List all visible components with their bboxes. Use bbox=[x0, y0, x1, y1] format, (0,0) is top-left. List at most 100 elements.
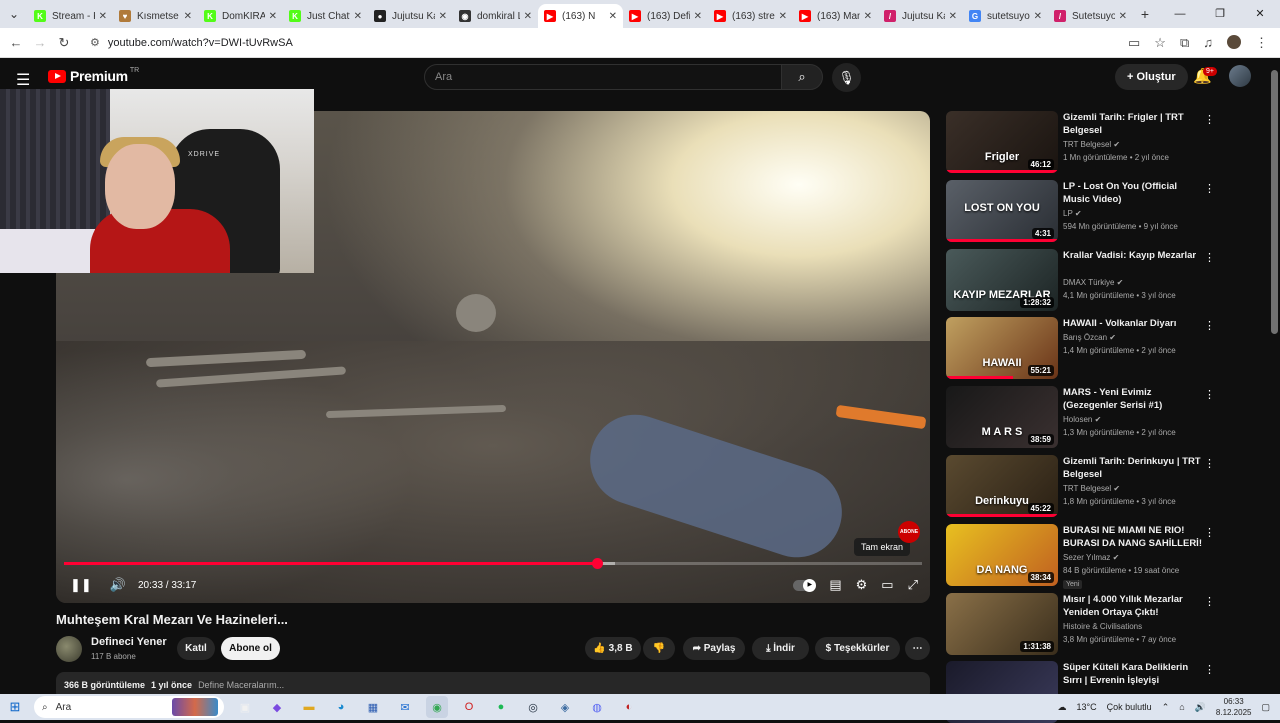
more-options-icon[interactable]: ⋮ bbox=[1204, 388, 1215, 401]
reload-button[interactable]: ↻ bbox=[52, 35, 76, 51]
tab-close-icon[interactable]: ✕ bbox=[524, 11, 532, 22]
recommendation-item[interactable]: Derinkuyu 45:22 Gizemli Tarih: Derinkuyu |… bbox=[946, 455, 1226, 517]
video-thumbnail[interactable]: Derinkuyu 45:22 bbox=[946, 455, 1058, 517]
create-button[interactable]: + Oluştur bbox=[1115, 64, 1188, 90]
more-options-icon[interactable]: ⋮ bbox=[1204, 457, 1215, 470]
video-thumbnail[interactable]: LOST ON YOU 4:31 bbox=[946, 179, 1058, 242]
browser-tab[interactable]: ◉ domkiral L ✕ bbox=[453, 4, 538, 28]
cast-icon[interactable]: ▭ bbox=[1128, 35, 1140, 51]
recommendation-title[interactable]: Gizemli Tarih: Frigler | TRT Belgesel bbox=[1063, 111, 1203, 137]
tab-close-icon[interactable]: ✕ bbox=[1034, 11, 1042, 22]
network-icon[interactable]: ⌂ bbox=[1179, 702, 1184, 712]
theater-mode-button[interactable]: ▭ bbox=[881, 577, 893, 593]
pause-button[interactable]: ❚❚ bbox=[70, 577, 92, 593]
more-options-icon[interactable]: ⋮ bbox=[1204, 526, 1215, 539]
channel-avatar[interactable] bbox=[56, 636, 82, 662]
recommendation-title[interactable]: Krallar Vadisi: Kayıp Mezarlar bbox=[1063, 249, 1203, 262]
channel-name[interactable]: Defineci Yener bbox=[91, 636, 167, 648]
tray-chevron-icon[interactable]: ⌃ bbox=[1162, 702, 1170, 713]
scrubber-handle[interactable] bbox=[591, 558, 603, 569]
browser-tab[interactable]: ▶ (163) strea ✕ bbox=[708, 4, 793, 28]
taskbar-search[interactable]: ⌕ Ara bbox=[34, 696, 224, 718]
more-options-icon[interactable]: ⋮ bbox=[1204, 595, 1215, 608]
recommendation-channel[interactable]: Sezer Yılmaz ✔ bbox=[1063, 553, 1119, 562]
more-options-icon[interactable]: ⋮ bbox=[1204, 319, 1215, 332]
url-field[interactable]: ⚙ youtube.com/watch?v=DWI-tUvRwSA bbox=[84, 31, 1128, 55]
browser-tab[interactable]: ● Jujutsu Ka ✕ bbox=[368, 4, 453, 28]
tab-close-icon[interactable]: ✕ bbox=[609, 11, 617, 22]
recommendation-channel[interactable]: TRT Belgesel ✔ bbox=[1063, 484, 1120, 493]
tab-close-icon[interactable]: ✕ bbox=[439, 11, 447, 22]
progress-bar[interactable] bbox=[64, 558, 922, 569]
recommendation-title[interactable]: MARS - Yeni Evimiz (Gezegenler Serisi #1… bbox=[1063, 386, 1203, 412]
site-info-icon[interactable]: ⚙ bbox=[90, 36, 100, 49]
tab-close-icon[interactable]: ✕ bbox=[99, 11, 107, 22]
browser-tab[interactable]: K Just Chatti ✕ bbox=[283, 4, 368, 28]
video-thumbnail[interactable]: HAWAII 55:21 bbox=[946, 317, 1058, 380]
media-icon[interactable]: ♫ bbox=[1203, 35, 1213, 51]
opera-icon[interactable]: O bbox=[458, 696, 480, 718]
tab-close-icon[interactable]: ✕ bbox=[779, 11, 787, 22]
more-options-icon[interactable]: ⋮ bbox=[1204, 113, 1215, 126]
notification-center-icon[interactable]: ▢ bbox=[1261, 702, 1270, 713]
browser-tab[interactable]: Gsutetsuyo ✕ bbox=[963, 4, 1048, 28]
close-window-button[interactable]: ✕ bbox=[1240, 0, 1280, 28]
app-icon[interactable]: ◈ bbox=[554, 696, 576, 718]
edge-icon[interactable]: ◕ bbox=[330, 696, 352, 718]
minimize-button[interactable]: — bbox=[1160, 0, 1200, 28]
recommendation-item[interactable]: 1:31:38 Mısır | 4.000 Yıllık Mezarlar Yen… bbox=[946, 592, 1226, 655]
back-button[interactable]: ← bbox=[4, 35, 28, 50]
recommendation-title[interactable]: Gizemli Tarih: Derinkuyu | TRT Belgesel bbox=[1063, 455, 1203, 481]
browser-tab[interactable]: / Jujutsu Ka ✕ bbox=[878, 4, 963, 28]
task-view-icon[interactable]: ▣ bbox=[234, 696, 256, 718]
recommendation-item[interactable]: KAYIP MEZARLAR 1:28:32 Krallar Vadisi: Kay… bbox=[946, 248, 1226, 311]
volume-tray-icon[interactable]: 🔊 bbox=[1195, 702, 1206, 713]
video-thumbnail[interactable]: 1:31:38 bbox=[946, 592, 1058, 655]
profile-avatar[interactable] bbox=[1227, 34, 1241, 49]
browser-tab[interactable]: K Stream - K ✕ bbox=[28, 4, 113, 28]
search-input[interactable]: Ara bbox=[424, 64, 782, 90]
tab-close-icon[interactable]: ✕ bbox=[184, 11, 192, 22]
recommendation-item[interactable]: LOST ON YOU 4:31 LP - Lost On You (Officia… bbox=[946, 179, 1226, 242]
start-button[interactable]: ⊞ bbox=[0, 699, 30, 715]
file-explorer-icon[interactable]: ▬ bbox=[298, 696, 320, 718]
recommendation-channel[interactable]: Histoire & Civilisations bbox=[1063, 622, 1142, 631]
download-button[interactable]: ⤓ İndir bbox=[752, 637, 809, 660]
tab-search-icon[interactable]: ⌄ bbox=[0, 0, 28, 28]
tab-close-icon[interactable]: ✕ bbox=[1119, 11, 1127, 22]
recommendation-channel[interactable]: LP ✔ bbox=[1063, 209, 1082, 218]
more-options-icon[interactable]: ⋮ bbox=[1204, 182, 1215, 195]
more-options-icon[interactable]: ⋮ bbox=[1204, 663, 1215, 676]
recommendation-title[interactable]: Süper Küteli Kara Deliklerin Sırrı | Evr… bbox=[1063, 661, 1203, 687]
subscribe-button[interactable]: Abone ol bbox=[221, 637, 280, 660]
recommendation-title[interactable]: Mısır | 4.000 Yıllık Mezarlar Yeniden Or… bbox=[1063, 593, 1203, 619]
browser-tab[interactable]: ▶ (163) Defi ✕ bbox=[623, 4, 708, 28]
browser-tab[interactable]: ▶ (163) Man ✕ bbox=[793, 4, 878, 28]
maximize-button[interactable]: ❐ bbox=[1200, 0, 1240, 28]
recommendation-title[interactable]: LP - Lost On You (Official Music Video) bbox=[1063, 180, 1203, 206]
new-tab-button[interactable]: + bbox=[1133, 6, 1157, 22]
system-clock[interactable]: 06:33 8.12.2025 bbox=[1216, 696, 1252, 718]
store-icon[interactable]: ▦ bbox=[362, 696, 384, 718]
video-thumbnail[interactable]: M A R S 38:59 bbox=[946, 386, 1058, 449]
page-scrollbar[interactable] bbox=[1271, 70, 1278, 334]
recommendation-channel[interactable]: Holosen ✔ bbox=[1063, 415, 1101, 424]
settings-button[interactable]: ⚙ bbox=[856, 577, 868, 593]
tab-close-icon[interactable]: ✕ bbox=[949, 11, 957, 22]
recommendation-title[interactable]: BURASI NE MIAMI NE RIO! BURASI DA NANG S… bbox=[1063, 524, 1203, 550]
forward-button[interactable]: → bbox=[28, 35, 52, 50]
recommendation-channel[interactable]: Barış Özcan ✔ bbox=[1063, 333, 1116, 342]
fullscreen-button[interactable]: ⤢ bbox=[908, 577, 918, 593]
autoplay-toggle[interactable] bbox=[793, 578, 817, 592]
video-thumbnail[interactable]: DA NANG 38:34 bbox=[946, 523, 1058, 586]
browser-menu-icon[interactable]: ⋮ bbox=[1255, 35, 1268, 51]
search-button[interactable]: ⌕ bbox=[781, 64, 823, 90]
steam-icon[interactable]: ◎ bbox=[522, 696, 544, 718]
obs-icon[interactable]: ◐ bbox=[618, 696, 640, 718]
more-actions-button[interactable]: ⋯ bbox=[905, 637, 930, 660]
more-options-icon[interactable]: ⋮ bbox=[1204, 251, 1215, 264]
recommendation-item[interactable]: DA NANG 38:34 BURASI NE MIAMI NE RIO! BURA… bbox=[946, 523, 1226, 589]
join-button[interactable]: Katıl bbox=[177, 637, 215, 660]
subscribe-watermark[interactable]: ABONE bbox=[898, 521, 920, 543]
thanks-button[interactable]: $ Teşekkürler bbox=[815, 637, 900, 660]
